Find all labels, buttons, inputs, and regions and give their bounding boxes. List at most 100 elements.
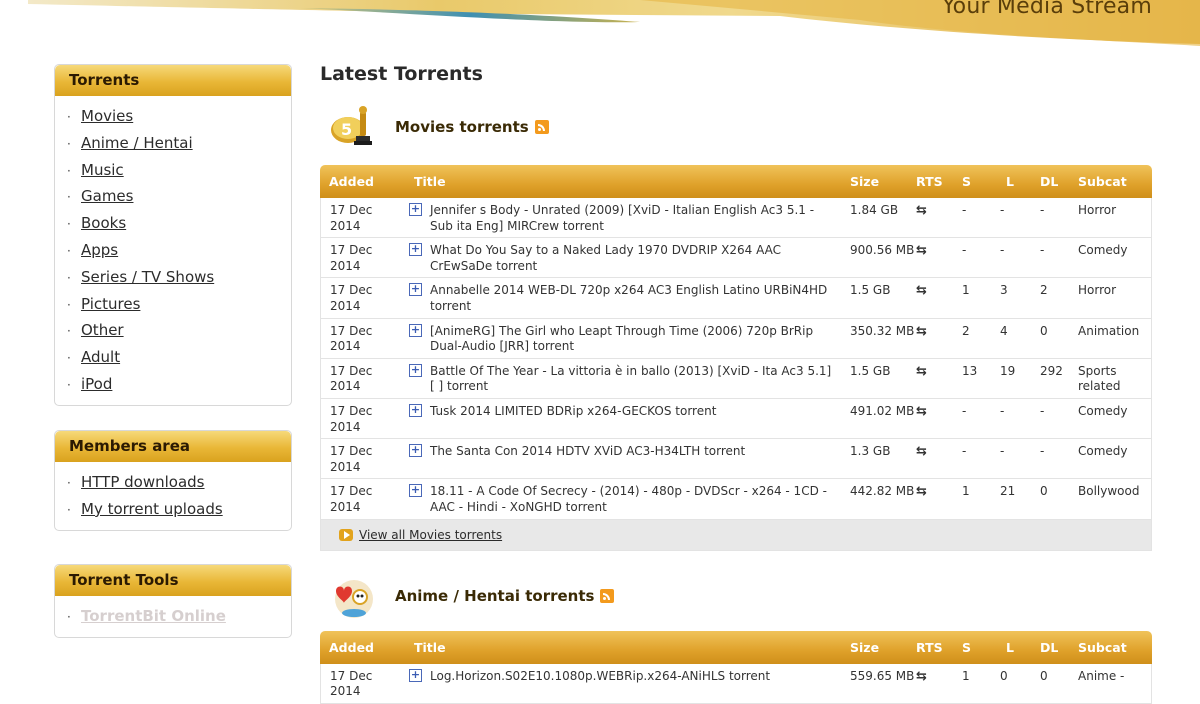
column-leechers[interactable]: L <box>1000 165 1040 198</box>
expand-plus-icon[interactable]: + <box>409 323 422 337</box>
column-downloads[interactable]: DL <box>1040 630 1078 664</box>
sidebar-item-books[interactable]: Books <box>81 214 126 232</box>
table-header-row: Added Title Size RTS S L DL Subcat <box>320 630 1152 664</box>
title-cell: + [AnimeRG] The Girl who Leapt Through Ti… <box>404 319 850 359</box>
leechers-count[interactable]: 21 <box>1000 479 1040 520</box>
column-subcat[interactable]: Subcat <box>1078 165 1152 198</box>
list-item: · TorrentBit Online <box>67 604 291 631</box>
expand-plus-icon[interactable]: + <box>409 484 422 498</box>
expand-plus-icon[interactable]: + <box>409 363 422 377</box>
rts-refresh-icon[interactable]: ⇆ <box>916 479 962 520</box>
column-downloads[interactable]: DL <box>1040 165 1078 198</box>
bullet-icon: · <box>67 136 71 151</box>
rts-refresh-icon[interactable]: ⇆ <box>916 319 962 359</box>
expand-plus-icon[interactable]: + <box>409 203 422 216</box>
column-rts[interactable]: RTS <box>916 630 962 664</box>
rss-icon[interactable] <box>534 120 549 134</box>
list-item: · Movies <box>67 104 291 131</box>
torrent-title-link[interactable]: Annabelle 2014 WEB-DL 720p x264 AC3 Engl… <box>430 283 850 314</box>
sidebar-item-movies[interactable]: Movies <box>81 107 133 125</box>
bullet-icon: · <box>67 217 71 232</box>
sidebar-item-other[interactable]: Other <box>81 321 124 339</box>
added-date: 17 Dec 2014 <box>320 663 404 704</box>
rts-refresh-icon[interactable]: ⇆ <box>916 198 962 239</box>
table-header-row: Added Title Size RTS S L DL Subcat <box>320 165 1152 198</box>
sidebar-item-adult[interactable]: Adult <box>81 348 120 366</box>
list-item: · Books <box>67 211 291 238</box>
title-cell: + Annabelle 2014 WEB-DL 720p x264 AC3 Eng… <box>404 278 850 319</box>
sidebar-item-games[interactable]: Games <box>81 187 133 205</box>
title-wrap: + [AnimeRG] The Girl who Leapt Through Ti… <box>409 323 850 355</box>
tools-sidebar: Torrent Tools · TorrentBit Online <box>54 564 292 638</box>
torrent-title-link[interactable]: Log.Horizon.S02E10.1080p.WEBRip.x264-ANi… <box>430 669 850 685</box>
column-leechers[interactable]: L <box>1000 630 1040 664</box>
column-seeders[interactable]: S <box>962 165 1000 198</box>
title-wrap: + Jennifer s Body - Unrated (2009) [XviD … <box>409 203 850 234</box>
downloads-count: - <box>1040 399 1078 440</box>
rss-icon[interactable] <box>600 588 615 603</box>
rts-refresh-icon[interactable]: ⇆ <box>916 278 962 319</box>
table-row: 17 Dec 2014 + Annabelle 2014 WEB-DL 720p x… <box>320 278 1152 319</box>
expand-plus-icon[interactable]: + <box>409 444 422 458</box>
column-title[interactable]: Title <box>404 165 850 198</box>
rts-refresh-icon[interactable]: ⇆ <box>916 399 962 440</box>
torrent-title-link[interactable]: Battle Of The Year - La vittoria è in ba… <box>430 364 850 395</box>
my-uploads-link[interactable]: My torrent uploads <box>81 500 223 518</box>
downloads-count: 0 <box>1040 479 1078 520</box>
bullet-icon: · <box>67 190 71 205</box>
torrent-size: 1.84 GB <box>850 198 916 239</box>
torrent-title-link[interactable]: What Do You Say to a Naked Lady 1970 DVD… <box>430 243 850 274</box>
column-size[interactable]: Size <box>850 630 916 664</box>
leechers-count[interactable]: 4 <box>1000 319 1040 359</box>
seeders-count: - <box>962 399 1000 440</box>
column-added[interactable]: Added <box>320 165 404 198</box>
column-subcat[interactable]: Subcat <box>1078 630 1152 664</box>
sidebar-item-anime-hentai[interactable]: Anime / Hentai <box>81 134 193 152</box>
column-size[interactable]: Size <box>850 165 916 198</box>
column-added[interactable]: Added <box>320 630 404 664</box>
movie-award-icon: 5 <box>331 106 372 145</box>
rts-refresh-icon[interactable]: ⇆ <box>916 439 962 480</box>
sidebar-item-music[interactable]: Music <box>81 161 124 179</box>
leechers-count[interactable]: 3 <box>1000 278 1040 319</box>
leechers-count[interactable]: 0 <box>1000 664 1040 704</box>
torrentbit-online-link[interactable]: TorrentBit Online <box>81 607 226 625</box>
sidebar-item-pictures[interactable]: Pictures <box>81 295 140 313</box>
torrent-title-link[interactable]: The Santa Con 2014 HDTV XViD AC3-H34LTH … <box>430 444 850 460</box>
view-all-movies-link[interactable]: View all Movies torrents <box>359 528 502 542</box>
subcategory: Anime - <box>1078 663 1152 704</box>
sidebar-item-apps[interactable]: Apps <box>81 241 118 259</box>
http-downloads-link[interactable]: HTTP downloads <box>81 473 205 491</box>
torrent-title-link[interactable]: 18.11 - A Code Of Secrecy - (2014) - 480… <box>430 484 850 515</box>
column-seeders[interactable]: S <box>962 630 1000 664</box>
seeders-count: 1 <box>962 664 1000 704</box>
list-item: · Adult <box>67 345 291 372</box>
torrent-title-link[interactable]: [AnimeRG] The Girl who Leapt Through Tim… <box>430 324 850 355</box>
sidebar-item-ipod[interactable]: iPod <box>81 375 112 393</box>
rts-refresh-icon[interactable]: ⇆ <box>916 238 962 279</box>
expand-plus-icon[interactable]: + <box>409 403 422 417</box>
torrent-size: 350.32 MB <box>850 319 916 359</box>
expand-plus-icon[interactable]: + <box>409 283 422 297</box>
table-row: 17 Dec 2014 + Tusk 2014 LIMITED BDRip x264… <box>320 398 1152 440</box>
main-content: Latest Torrents 5 Movies torrents Added … <box>320 62 1152 704</box>
column-title[interactable]: Title <box>404 630 850 664</box>
seeders-count: 1 <box>962 278 1000 319</box>
subcategory: Animation <box>1078 318 1152 359</box>
tools-box: Torrent Tools · TorrentBit Online <box>54 564 292 638</box>
expand-plus-icon[interactable]: + <box>409 668 422 682</box>
sidebar-item-series-tv[interactable]: Series / TV Shows <box>81 268 214 286</box>
title-cell: + The Santa Con 2014 HDTV XViD AC3-H34LTH… <box>404 439 850 480</box>
torrent-title-link[interactable]: Tusk 2014 LIMITED BDRip x264-GECKOS torr… <box>430 404 850 420</box>
tools-box-title: Torrent Tools <box>55 565 291 596</box>
leechers-count[interactable]: 19 <box>1000 359 1040 399</box>
members-box: Members area · HTTP downloads · My torrent… <box>54 430 292 531</box>
column-rts[interactable]: RTS <box>916 165 962 198</box>
expand-plus-icon[interactable]: + <box>409 243 422 257</box>
torrent-title-link[interactable]: Jennifer s Body - Unrated (2009) [XviD -… <box>430 203 850 234</box>
added-date: 17 Dec 2014 <box>320 278 404 319</box>
title-cell: + Battle Of The Year - La vittoria è in b… <box>404 359 850 399</box>
list-item: · Series / TV Shows <box>67 265 291 292</box>
rts-refresh-icon[interactable]: ⇆ <box>916 359 962 399</box>
rts-refresh-icon[interactable]: ⇆ <box>916 664 962 704</box>
